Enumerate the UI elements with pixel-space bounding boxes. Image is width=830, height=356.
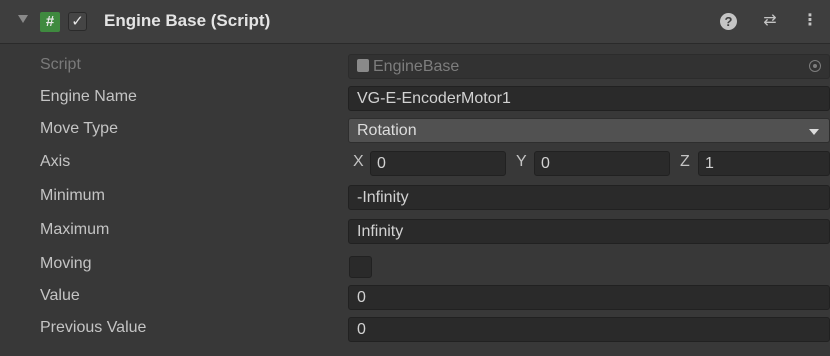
component-header[interactable]: # ✓ Engine Base (Script) ? ⇄ ⋮ (0, 0, 830, 44)
move-type-value: Rotation (357, 122, 417, 139)
axis-label: Axis (40, 153, 71, 170)
previous-value-input[interactable]: 0 (348, 317, 830, 342)
maximum-label: Maximum (40, 221, 110, 238)
axis-y-input[interactable]: 0 (534, 151, 670, 176)
object-picker-icon[interactable] (809, 60, 821, 72)
value-label: Value (40, 287, 80, 304)
engine-name-row: Engine Name VG-E-EncoderMotor1 (0, 83, 830, 113)
context-menu-icon[interactable]: ⋮ (800, 11, 820, 31)
minimum-input[interactable]: -Infinity (348, 185, 830, 210)
moving-label: Moving (40, 255, 92, 272)
engine-name-input[interactable]: VG-E-EncoderMotor1 (348, 86, 830, 111)
axis-z-input[interactable]: 1 (698, 151, 830, 176)
script-asset-icon (357, 59, 369, 72)
script-field[interactable]: EngineBase (348, 54, 830, 79)
dropdown-arrow-icon (809, 129, 819, 135)
script-row: Script EngineBase (0, 51, 830, 81)
value-input[interactable]: 0 (348, 285, 830, 310)
presets-icon[interactable]: ⇄ (760, 11, 780, 31)
foldout-arrow-icon[interactable] (18, 15, 28, 23)
component-enabled-checkbox[interactable]: ✓ (68, 12, 87, 31)
axis-x-label[interactable]: X (353, 153, 364, 171)
script-label: Script (40, 56, 81, 73)
maximum-input[interactable]: Infinity (348, 219, 830, 244)
previous-value-row: Previous Value 0 (0, 314, 830, 344)
move-type-label: Move Type (40, 120, 118, 137)
script-icon: # (40, 12, 60, 32)
help-icon[interactable]: ? (720, 13, 737, 30)
move-type-row: Move Type Rotation (0, 115, 830, 145)
moving-row: Moving (0, 250, 830, 280)
axis-y-label[interactable]: Y (516, 153, 527, 171)
axis-x-input[interactable]: 0 (370, 151, 506, 176)
moving-checkbox[interactable] (349, 256, 372, 278)
value-row: Value 0 (0, 282, 830, 312)
script-value: EngineBase (373, 58, 460, 75)
minimum-row: Minimum -Infinity (0, 182, 830, 212)
minimum-label: Minimum (40, 187, 105, 204)
axis-z-label[interactable]: Z (680, 153, 690, 171)
move-type-dropdown[interactable]: Rotation (348, 118, 830, 143)
axis-row: Axis X 0 Y 0 Z 1 (0, 148, 830, 178)
component-title: Engine Base (Script) (104, 11, 271, 30)
maximum-row: Maximum Infinity (0, 216, 830, 246)
engine-name-label: Engine Name (40, 88, 137, 105)
previous-value-label: Previous Value (40, 319, 147, 336)
